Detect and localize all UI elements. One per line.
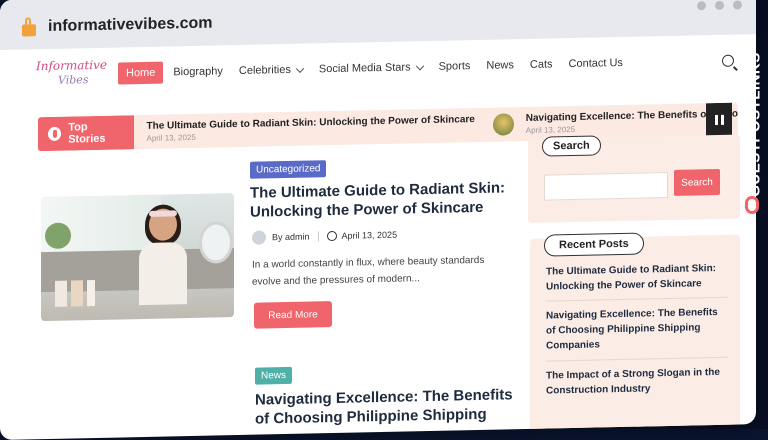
image-bottles bbox=[55, 280, 95, 307]
lock-icon bbox=[22, 24, 36, 37]
ticker-thumbnail bbox=[492, 113, 514, 136]
search-icon[interactable] bbox=[722, 54, 734, 67]
recent-post-link[interactable]: The Impact of a Strong Slogan in the Con… bbox=[546, 365, 728, 399]
image-headband bbox=[149, 210, 177, 217]
avatar bbox=[252, 230, 266, 245]
brand-badge-text: GUESTPOSTLINKS bbox=[746, 52, 764, 197]
category-badge[interactable]: News bbox=[255, 366, 293, 385]
category-badge[interactable]: Uncategorized bbox=[250, 160, 327, 179]
pause-icon bbox=[720, 114, 724, 125]
post-title[interactable]: Navigating Excellence: The Benefits of C… bbox=[255, 385, 515, 428]
nav-celebrities[interactable]: Celebrities bbox=[238, 63, 305, 77]
ticker-item[interactable]: The Ultimate Guide to Radiant Skin: Unlo… bbox=[146, 114, 474, 143]
flame-icon bbox=[48, 126, 62, 141]
nav-celebrities-label: Celebrities bbox=[238, 63, 291, 77]
nav-biography[interactable]: Biography bbox=[173, 65, 223, 78]
top-stories-badge: Top Stories bbox=[38, 115, 135, 152]
divider bbox=[546, 356, 728, 362]
window-controls bbox=[697, 0, 742, 11]
post-meta: By admin April 13, 2025 bbox=[252, 228, 397, 245]
nav-sports[interactable]: Sports bbox=[439, 60, 471, 73]
chevron-down-icon bbox=[415, 61, 424, 70]
site-logo[interactable]: Informative Vibes bbox=[36, 56, 107, 93]
post-title[interactable]: The Ultimate Guide to Radiant Skin: Unlo… bbox=[250, 178, 510, 221]
logo-line1: Informative bbox=[36, 57, 107, 74]
read-more-button[interactable]: Read More bbox=[254, 301, 332, 329]
top-stories-label: Top Stories bbox=[68, 121, 106, 146]
widget-title: Search bbox=[542, 135, 601, 157]
nav-news[interactable]: News bbox=[486, 59, 514, 72]
post-excerpt: In a world constantly in flux, where bea… bbox=[252, 254, 485, 288]
window-dot[interactable] bbox=[697, 1, 706, 11]
address-bar[interactable]: informativevibes.com bbox=[8, 2, 568, 42]
nav-cats[interactable]: Cats bbox=[530, 58, 553, 70]
window-dot[interactable] bbox=[715, 0, 724, 11]
recent-post-link[interactable]: Navigating Excellence: The Benefits of C… bbox=[546, 305, 728, 354]
clock-icon bbox=[326, 230, 337, 242]
post-author[interactable]: By admin bbox=[272, 232, 310, 243]
nav-social-media-stars[interactable]: Social Media Stars bbox=[318, 61, 424, 76]
nav-contact[interactable]: Contact Us bbox=[569, 57, 623, 70]
post-image[interactable] bbox=[41, 193, 234, 322]
logo-line2: Vibes bbox=[58, 73, 89, 87]
image-body bbox=[139, 242, 187, 306]
post-date: April 13, 2025 bbox=[341, 229, 398, 241]
link-icon bbox=[745, 196, 759, 214]
pause-icon bbox=[714, 114, 718, 126]
pause-button[interactable] bbox=[706, 102, 732, 138]
search-input[interactable] bbox=[544, 172, 668, 201]
nav-social-label: Social Media Stars bbox=[318, 61, 411, 76]
meta-divider bbox=[317, 231, 319, 242]
search-button[interactable]: Search bbox=[674, 168, 720, 196]
search-widget: Search Search bbox=[528, 134, 740, 223]
url-text: informativevibes.com bbox=[48, 14, 213, 35]
chevron-down-icon bbox=[295, 63, 305, 73]
divider bbox=[546, 296, 728, 302]
browser-window: informativevibes.com Informative Vibes H… bbox=[0, 0, 756, 440]
main-menu: Home Biography Celebrities Social Media … bbox=[118, 52, 639, 85]
recent-posts-widget: Recent Posts The Ultimate Guide to Radia… bbox=[530, 232, 740, 439]
window-dot[interactable] bbox=[733, 0, 742, 10]
widget-title: Recent Posts bbox=[544, 232, 644, 257]
recent-post-link[interactable]: The Ultimate Guide to Radiant Skin: Unlo… bbox=[546, 261, 728, 295]
image-person bbox=[137, 204, 189, 306]
nav-home[interactable]: Home bbox=[118, 61, 164, 85]
